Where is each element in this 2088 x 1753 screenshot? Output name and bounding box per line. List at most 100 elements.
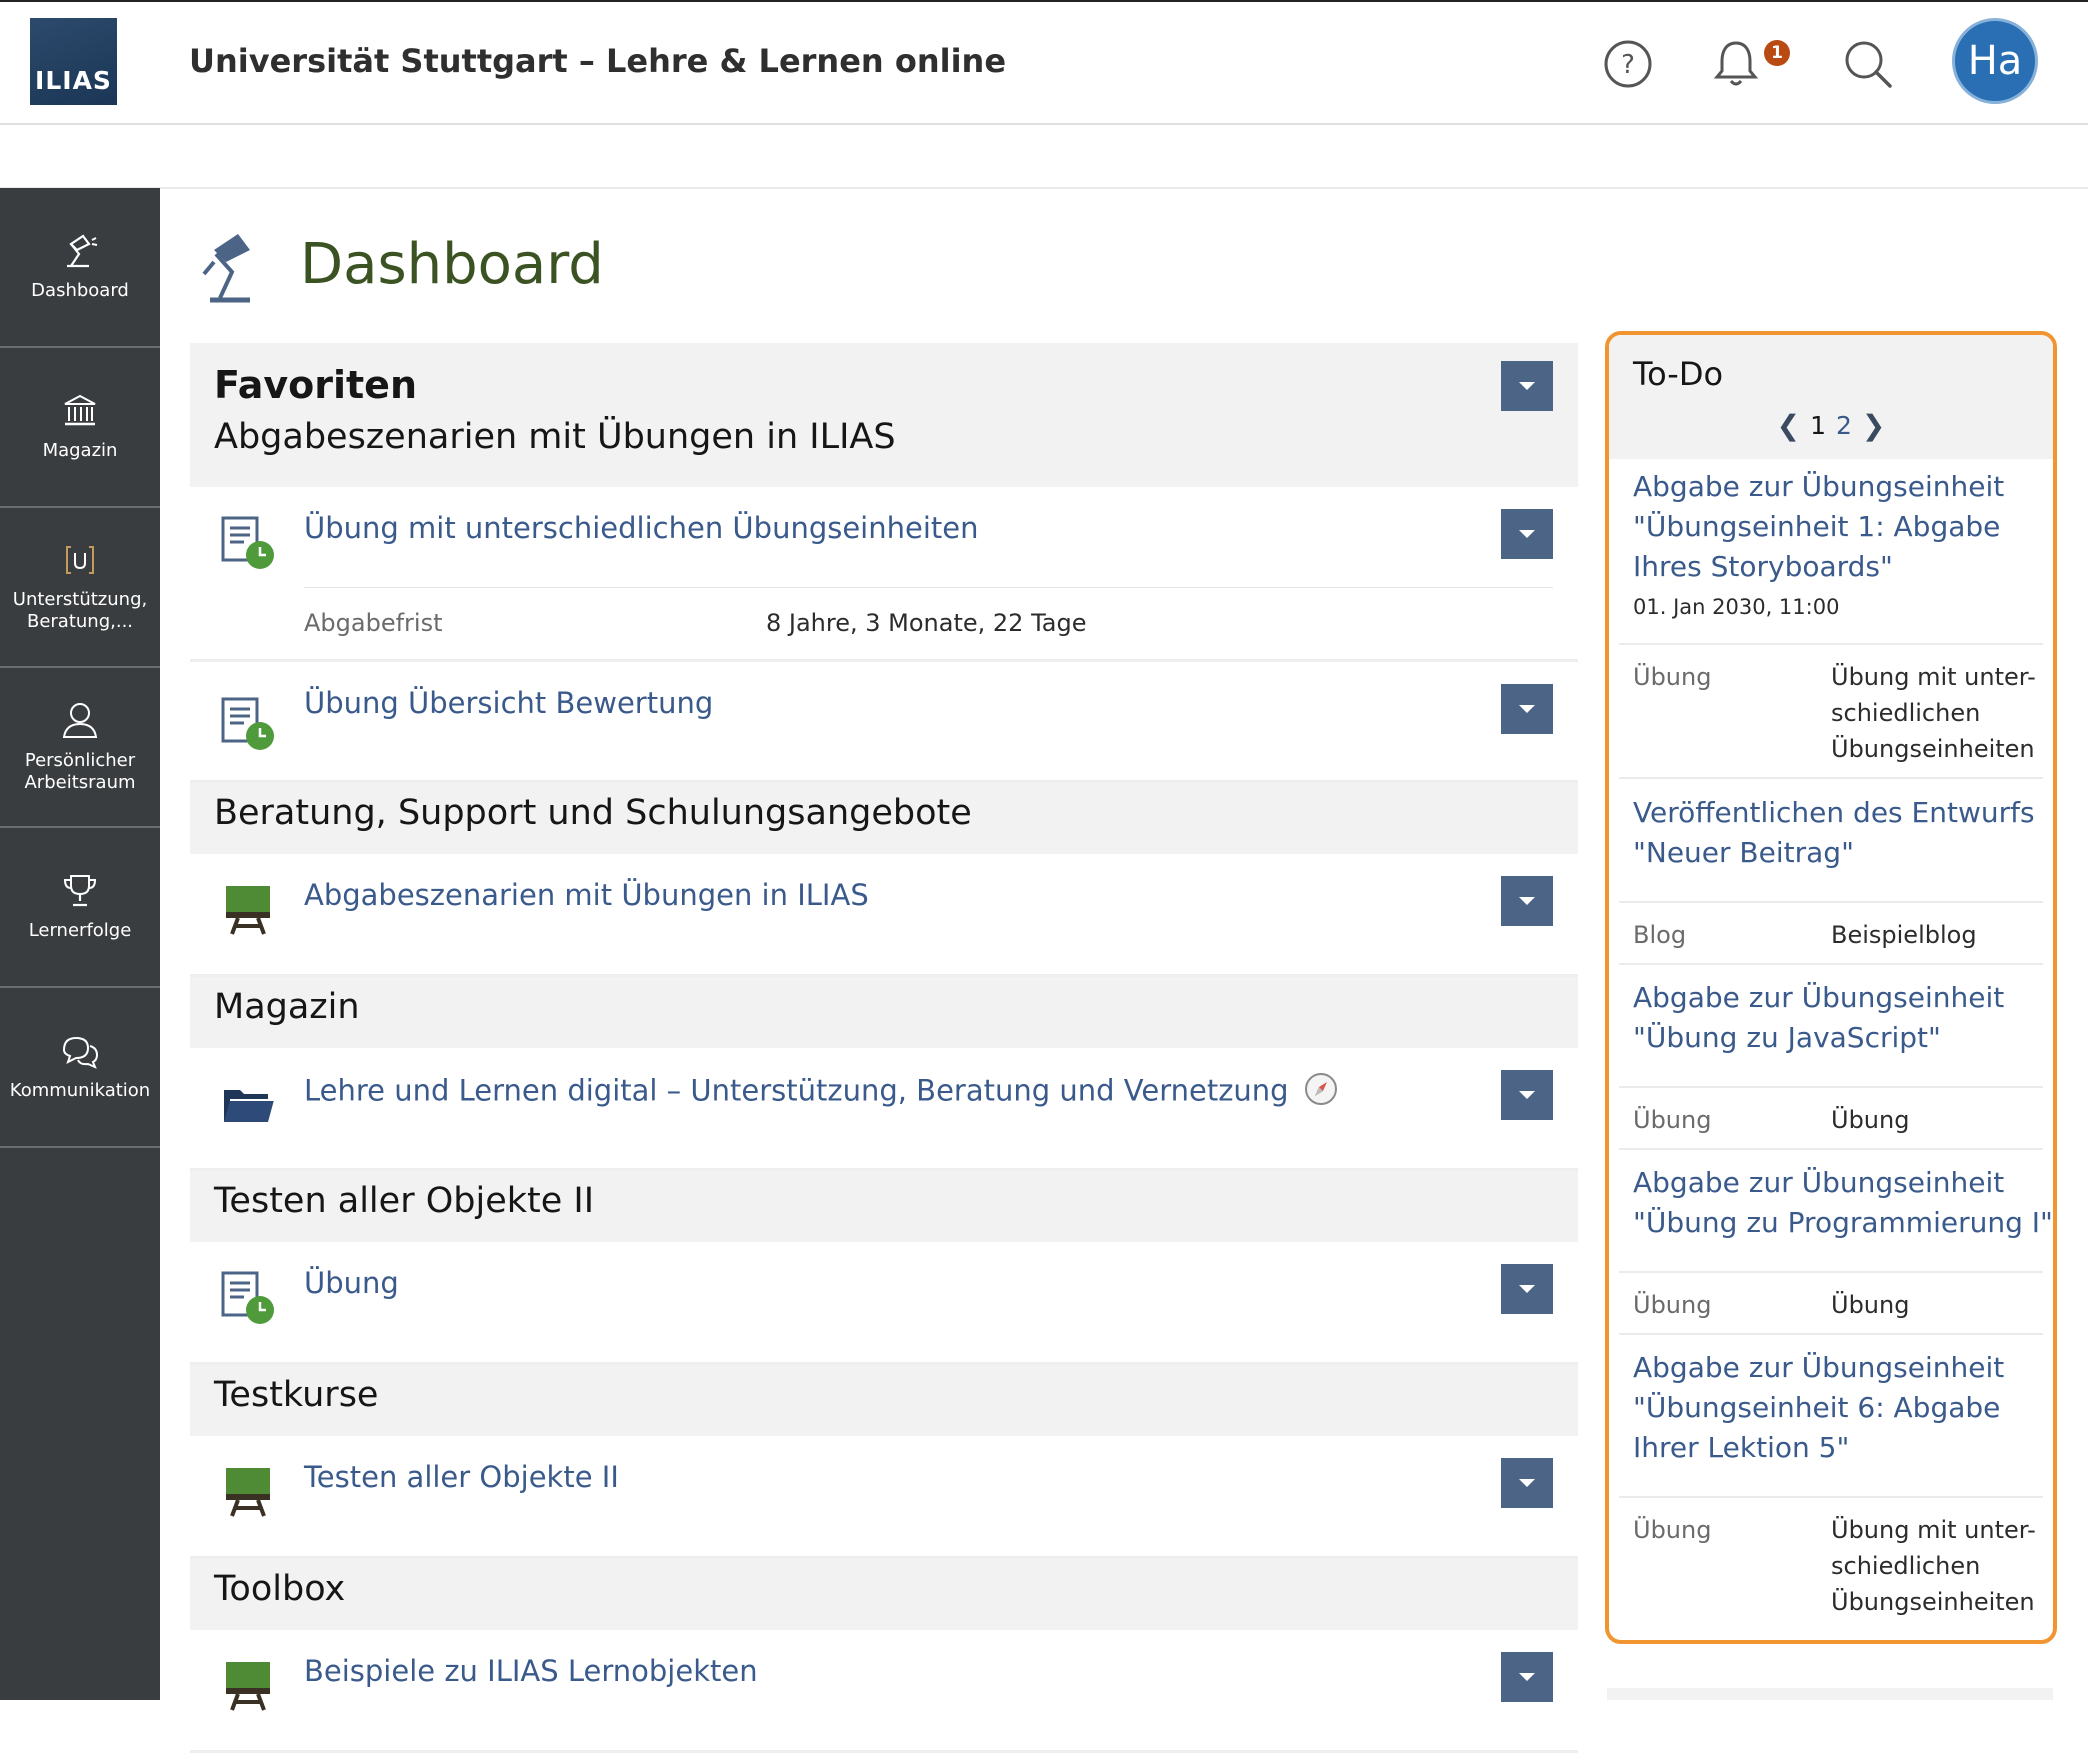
group-heading-text: Magazin (214, 987, 360, 1027)
item-actions-dropdown[interactable] (1501, 876, 1553, 926)
todo-title: To-Do (1633, 355, 1724, 393)
divider (1619, 777, 2043, 779)
todo-entry-label: Blog (1633, 921, 1687, 949)
divider (1619, 1148, 2043, 1150)
item-title-link[interactable]: Beispiele zu ILIAS Lernobjekten (304, 1654, 758, 1688)
divider (1619, 901, 2043, 903)
item-title-link[interactable]: Übung Übersicht Bewertung (304, 686, 713, 720)
chevron-right-icon[interactable]: ❯ (1862, 409, 1885, 442)
trophy-icon (63, 875, 97, 907)
sidebar-item-label: Magazin (42, 440, 118, 461)
course-board-icon (220, 1658, 276, 1714)
sidebar-item-arbeitsraum[interactable]: Persönlicher Arbeitsraum (0, 668, 160, 828)
divider (1619, 1086, 2043, 1088)
list-item: Übung mit unterschiedlichen Übungseinhei… (190, 487, 1578, 662)
sidebar-item-magazin[interactable]: Magazin (0, 348, 160, 508)
search-icon[interactable] (1838, 34, 1898, 94)
divider (1619, 963, 2043, 965)
todo-pagination: ❮ 1 2 ❯ (1609, 409, 2053, 442)
item-actions-dropdown[interactable] (1501, 509, 1553, 559)
todo-header: To-Do ❮ 1 2 ❯ (1609, 335, 2053, 459)
course-board-icon (220, 882, 276, 938)
site-title[interactable]: Universität Stuttgart – Lehre & Lernen o… (189, 42, 1006, 80)
item-title-link[interactable]: Abgabeszenarien mit Übungen in ILIAS (304, 878, 869, 912)
divider (1619, 1333, 2043, 1335)
group-heading: Toolbox (190, 1559, 1578, 1630)
favorites-header: Favoriten (190, 343, 1578, 417)
group-heading: Beratung, Support und Schulungsangebote (190, 783, 1578, 854)
course-board-icon (220, 1464, 276, 1520)
group-heading: Testkurse (190, 1365, 1578, 1436)
next-panel-edge (1607, 1688, 2053, 1700)
item-actions-dropdown[interactable] (1501, 1070, 1553, 1120)
todo-entry-label: Übung (1633, 663, 1712, 691)
todo-entry-title[interactable]: Veröffentlichen des Entwurfs "Neuer Beit… (1633, 793, 2053, 873)
item-actions-dropdown[interactable] (1501, 1458, 1553, 1508)
sidebar-item-label: Unterstützung, Beratung,... (12, 589, 148, 632)
sidebar-item-label: Kommunikation (9, 1080, 151, 1101)
main-sidebar: Dashboard Magazin Unterstützung, Beratun… (0, 188, 160, 1700)
item-title-link[interactable]: Lehre und Lernen digital – Unterstützung… (304, 1072, 1338, 1113)
item-actions-dropdown[interactable] (1501, 1652, 1553, 1702)
list-item: Übung Übersicht Bewertung (190, 662, 1578, 783)
group-heading-text: Testkurse (214, 1375, 379, 1415)
divider (1619, 643, 2043, 645)
svg-text:?: ? (1621, 50, 1635, 80)
property-label: Abgabefrist (304, 609, 443, 637)
sidebar-item-unterstuetzung[interactable]: Unterstützung, Beratung,... (0, 508, 160, 668)
user-avatar[interactable]: Ha (1952, 18, 2038, 104)
sidebar-item-label: Dashboard (31, 280, 129, 301)
todo-entry-value: Übung (1831, 1106, 1910, 1134)
group-heading-text: Abgabeszenarien mit Übungen in ILIAS (214, 417, 896, 457)
todo-entry-value: Übung mit unter-schiedlichen Übungseinhe… (1831, 1516, 2036, 1616)
help-icon[interactable]: ? (1598, 34, 1658, 94)
todo-entry-label: Übung (1633, 1106, 1712, 1134)
todo-entry-title[interactable]: Abgabe zur Übungseinheit "Übungseinheit … (1633, 467, 2053, 587)
bracket-u-icon (66, 546, 94, 574)
notification-badge: 1 (1764, 40, 1790, 66)
todo-entry-title[interactable]: Abgabe zur Übungseinheit "Übung zu Progr… (1633, 1163, 2053, 1243)
property-value: 8 Jahre, 3 Monate, 22 Tage (766, 609, 1087, 637)
todo-entry-value: Übung mit unter-schiedlichen Übungseinhe… (1831, 663, 2036, 763)
person-icon (62, 703, 98, 738)
sidebar-item-label: Lernerfolge (28, 920, 132, 941)
todo-entry-title[interactable]: Abgabe zur Übungseinheit "Übung zu JavaS… (1633, 978, 2053, 1058)
favorites-actions-dropdown[interactable] (1501, 361, 1553, 411)
page-2[interactable]: 2 (1836, 411, 1852, 440)
sidebar-item-dashboard[interactable]: Dashboard (0, 188, 160, 348)
divider (304, 587, 1553, 588)
todo-entry-label: Übung (1633, 1516, 1712, 1544)
exercise-icon (220, 1270, 276, 1326)
page-1[interactable]: 1 (1810, 411, 1826, 440)
todo-entry-title[interactable]: Abgabe zur Übungseinheit "Übungseinheit … (1633, 1348, 2053, 1468)
group-heading-text: Testen aller Objekte II (214, 1181, 595, 1221)
todo-entry-value: Beispielblog (1831, 921, 1977, 949)
list-item: Übung (190, 1242, 1578, 1365)
exercise-icon (220, 696, 276, 752)
sidebar-item-kommunikation[interactable]: Kommunikation (0, 988, 160, 1148)
sidebar-item-label: Persönlicher Arbeitsraum (24, 750, 136, 793)
todo-entry-label: Übung (1633, 1291, 1712, 1319)
favorites-panel: Favoriten Abgabeszenarien mit Übungen in… (190, 343, 1578, 1753)
chevron-left-icon[interactable]: ❮ (1777, 409, 1800, 442)
item-title-link[interactable]: Übung mit unterschiedlichen Übungseinhei… (304, 511, 979, 545)
item-title-link[interactable]: Testen aller Objekte II (304, 1460, 619, 1494)
item-actions-dropdown[interactable] (1501, 684, 1553, 734)
bell-icon[interactable] (1706, 34, 1766, 94)
group-heading: Abgabeszenarien mit Übungen in ILIAS (190, 417, 1578, 487)
top-header: ILIAS Universität Stuttgart – Lehre & Le… (0, 2, 2088, 125)
exercise-icon (220, 515, 276, 571)
sidebar-item-lernerfolge[interactable]: Lernerfolge (0, 828, 160, 988)
favorites-title: Favoriten (214, 363, 418, 407)
ilias-logo[interactable]: ILIAS (30, 18, 117, 105)
desk-lamp-icon (67, 234, 98, 268)
group-heading: Magazin (190, 977, 1578, 1048)
list-item: Beispiele zu ILIAS Lernobjekten (190, 1630, 1578, 1753)
group-heading: Testen aller Objekte II (190, 1171, 1578, 1242)
list-item: Lehre und Lernen digital – Unterstützung… (190, 1048, 1578, 1171)
item-actions-dropdown[interactable] (1501, 1264, 1553, 1314)
folder-icon (220, 1076, 276, 1132)
breadcrumb-bar (0, 125, 2088, 189)
page-title: Dashboard (300, 232, 604, 297)
item-title-link[interactable]: Übung (304, 1266, 399, 1300)
